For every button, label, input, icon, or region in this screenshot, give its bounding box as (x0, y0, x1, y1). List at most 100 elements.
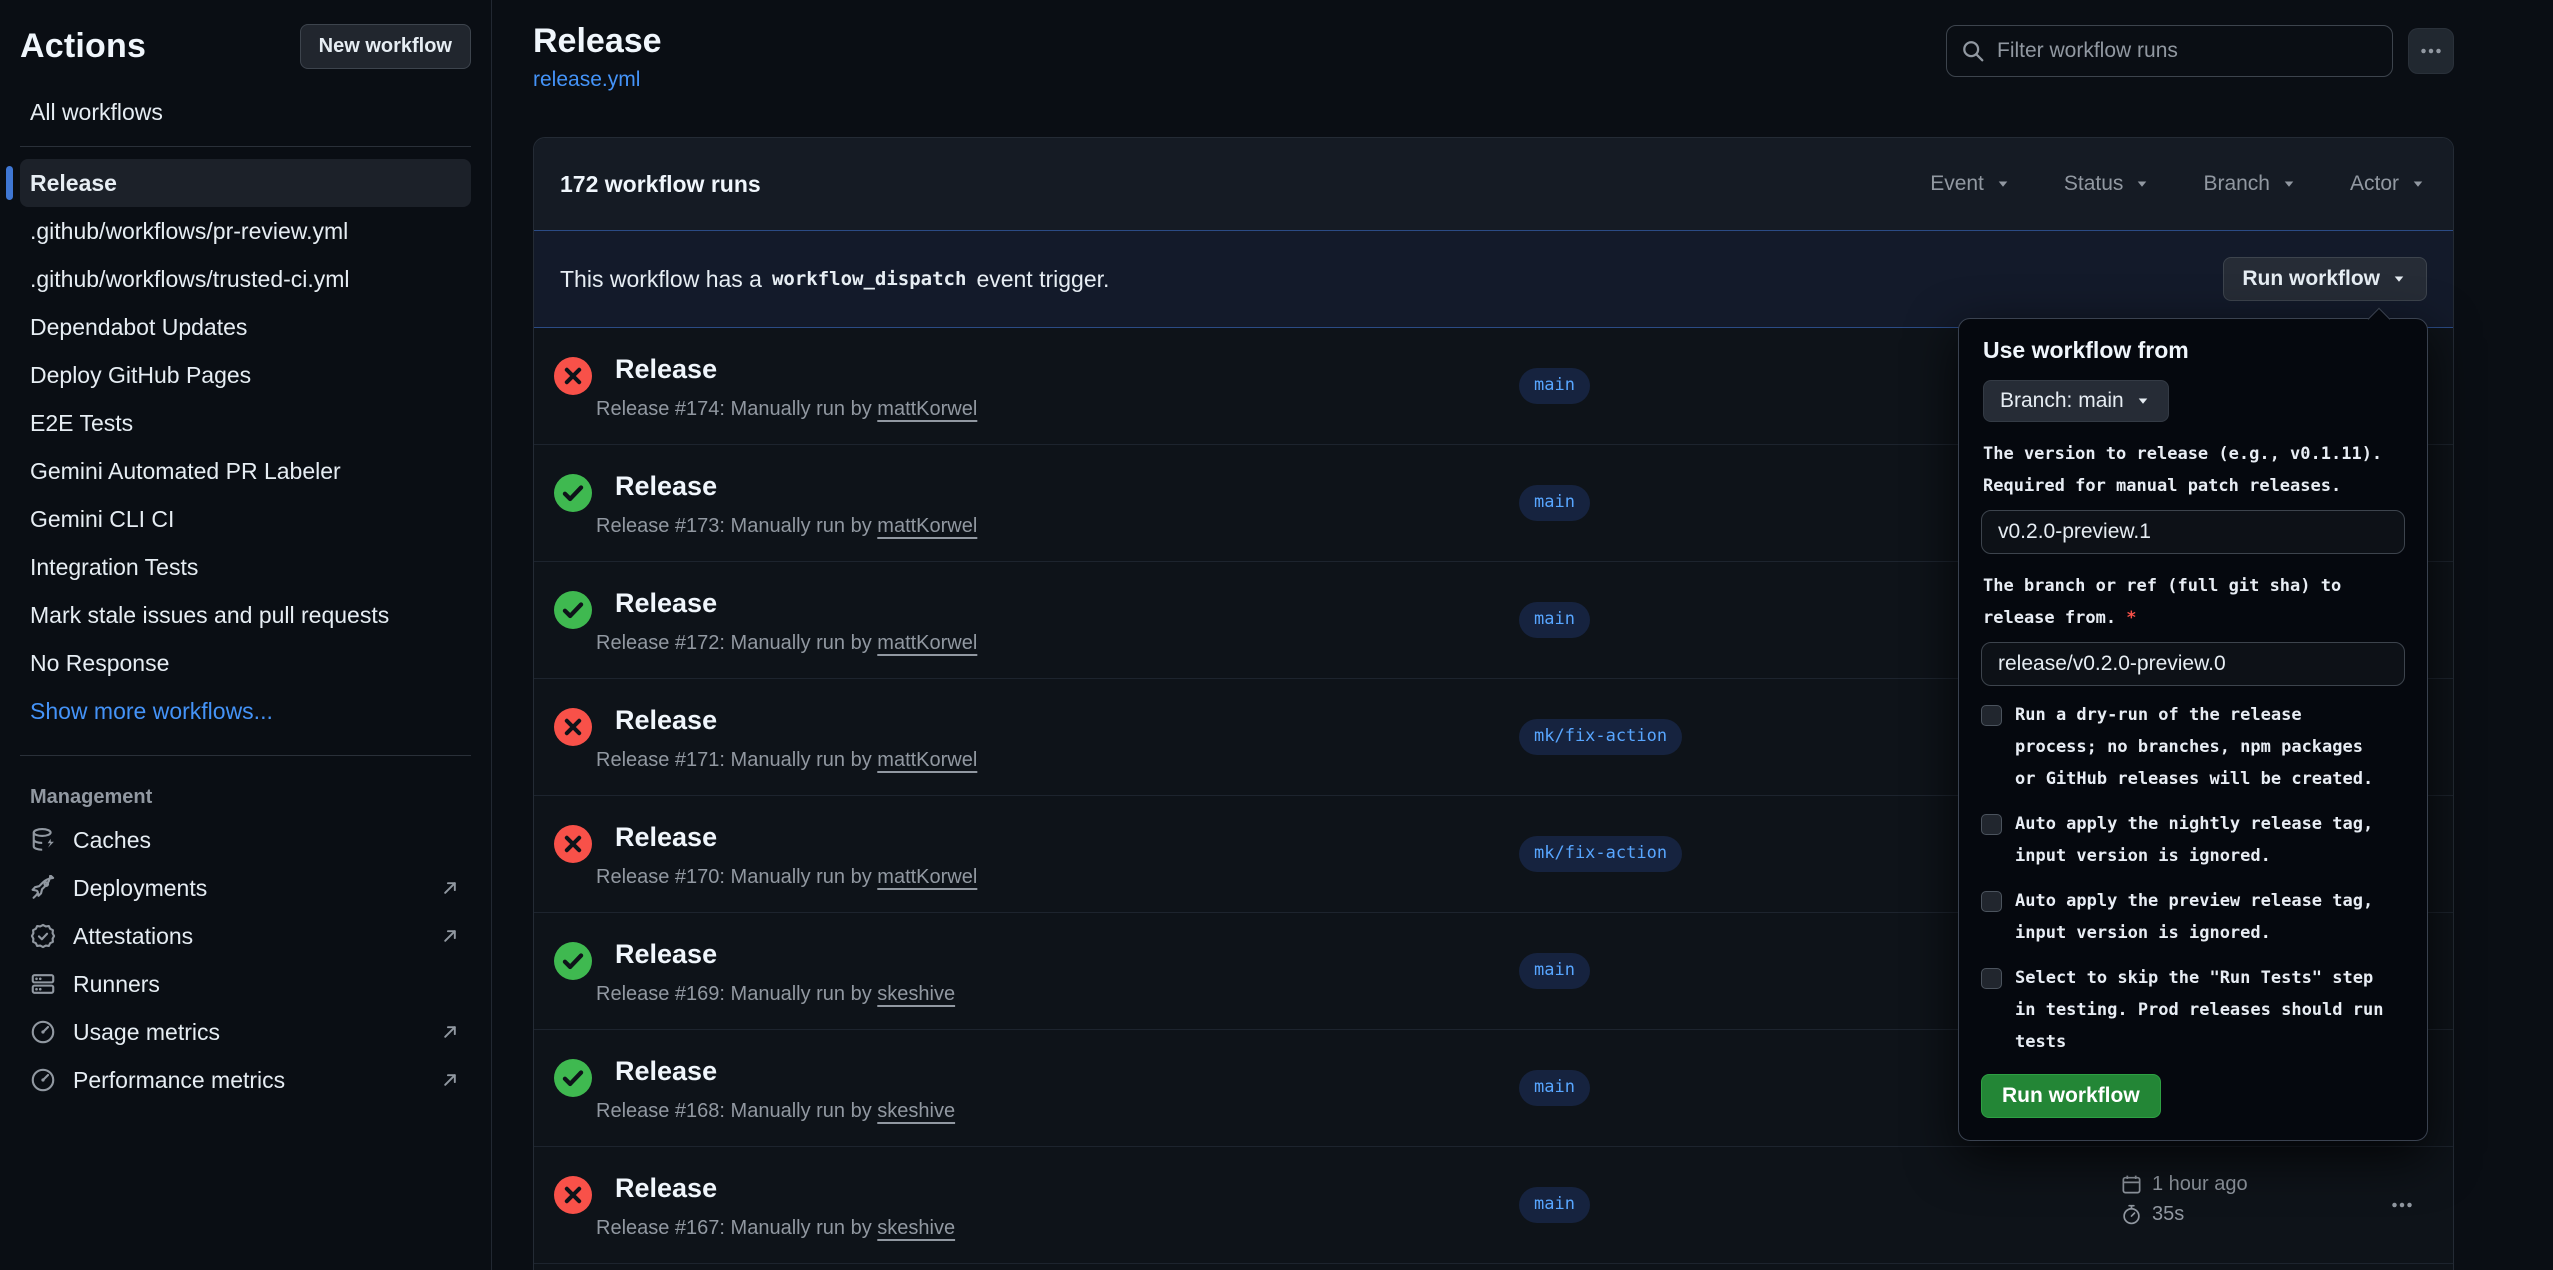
checkbox[interactable] (1981, 968, 2002, 989)
run-workflow-dropdown-button[interactable]: Run workflow (2223, 257, 2427, 301)
x-circle-fill-icon (554, 1176, 592, 1214)
sidebar-item-workflow[interactable]: .github/workflows/pr-review.yml (20, 207, 471, 255)
run-title-link[interactable]: Release (615, 822, 717, 853)
branch-badge[interactable]: main (1519, 1070, 1590, 1106)
new-workflow-button[interactable]: New workflow (300, 24, 471, 69)
branch-badge[interactable]: main (1519, 953, 1590, 989)
actor-link[interactable]: skeshive (877, 1100, 955, 1122)
panel-checkbox-row: Select to skip the "Run Tests" step in t… (1981, 962, 2405, 1058)
sidebar-item-caches[interactable]: Caches (20, 816, 471, 864)
checkbox-label[interactable]: Select to skip the "Run Tests" step in t… (2015, 962, 2387, 1058)
sidebar-item-attestations[interactable]: Attestations (20, 912, 471, 960)
branch-badge[interactable]: mk/fix-action (1519, 836, 1682, 872)
run-options-button[interactable] (2380, 1185, 2424, 1225)
management-heading: Management (20, 778, 471, 816)
sidebar-item-workflow[interactable]: .github/workflows/trusted-ci.yml (20, 255, 471, 303)
workflow-run-row[interactable]: Release Release #167: Manually run by ske… (534, 1147, 2453, 1264)
checkbox-label[interactable]: Run a dry-run of the release process; no… (2015, 699, 2387, 795)
server-icon (30, 971, 56, 997)
run-time: 1 hour ago (2152, 1173, 2248, 1196)
workflow-input-field[interactable] (1981, 642, 2405, 686)
branch-badge[interactable]: mk/fix-action (1519, 719, 1682, 755)
sidebar-item-deployments[interactable]: Deployments (20, 864, 471, 912)
actor-link[interactable]: mattKorwel (877, 866, 977, 888)
workflow-file-link[interactable]: release.yml (533, 68, 640, 92)
run-title-link[interactable]: Release (615, 471, 717, 502)
checkbox[interactable] (1981, 814, 2002, 835)
run-description-text: Release #174: Manually run by (596, 398, 877, 420)
run-title-link[interactable]: Release (615, 354, 717, 385)
filter-dropdown-branch[interactable]: Branch (2203, 172, 2298, 196)
filter-label: Branch (2203, 172, 2270, 196)
sidebar-item-workflow[interactable]: Integration Tests (20, 543, 471, 591)
arrow-up-right-icon (439, 1069, 461, 1091)
runs-count: 172 workflow runs (560, 171, 761, 198)
sidebar-item-workflow[interactable]: Mark stale issues and pull requests (20, 591, 471, 639)
branch-badge[interactable]: main (1519, 1187, 1590, 1223)
stopwatch-icon (2121, 1204, 2142, 1225)
banner-code: workflow_dispatch (772, 268, 966, 290)
sidebar-item-all-workflows[interactable]: All workflows (20, 99, 471, 126)
run-title-link[interactable]: Release (615, 588, 717, 619)
checkbox-label[interactable]: Auto apply the preview release tag, inpu… (2015, 885, 2387, 949)
actor-link[interactable]: skeshive (877, 1217, 955, 1239)
run-title-link[interactable]: Release (615, 705, 717, 736)
run-workflow-panel: Use workflow from Branch: main The versi… (1958, 318, 2428, 1141)
panel-checkbox-row: Auto apply the preview release tag, inpu… (1981, 885, 2405, 949)
check-circle-fill-icon (554, 474, 592, 512)
sidebar-item-workflow[interactable]: Gemini CLI CI (20, 495, 471, 543)
filter-dropdown-status[interactable]: Status (2064, 172, 2152, 196)
workflow-options-button[interactable] (2408, 28, 2454, 74)
run-title-link[interactable]: Release (615, 1056, 717, 1087)
run-title-link[interactable]: Release (615, 1173, 717, 1204)
check-circle-fill-icon (554, 942, 592, 980)
page-title: Release (533, 22, 662, 61)
workflow-input-field[interactable] (1981, 510, 2405, 554)
field-hint: The version to release (e.g., v0.1.11). … (1983, 438, 2403, 502)
branch-badge[interactable]: main (1519, 368, 1590, 404)
cache-icon (30, 827, 56, 853)
checkbox[interactable] (1981, 891, 2002, 912)
meter-icon (30, 1067, 56, 1093)
kebab-horizontal-icon (2419, 39, 2443, 63)
sidebar-item-performance-metrics[interactable]: Performance metrics (20, 1056, 471, 1104)
x-circle-fill-icon (554, 357, 592, 395)
run-workflow-submit-button[interactable]: Run workflow (1981, 1074, 2161, 1118)
sidebar-item-workflow[interactable]: E2E Tests (20, 399, 471, 447)
actor-link[interactable]: skeshive (877, 983, 955, 1005)
checkbox-label[interactable]: Auto apply the nightly release tag, inpu… (2015, 808, 2387, 872)
sidebar-item-workflow[interactable]: Gemini Automated PR Labeler (20, 447, 471, 495)
run-description-text: Release #169: Manually run by (596, 983, 877, 1005)
run-description-text: Release #173: Manually run by (596, 515, 877, 537)
filter-dropdown-event[interactable]: Event (1930, 172, 2012, 196)
sidebar-item-workflow[interactable]: Deploy GitHub Pages (20, 351, 471, 399)
actor-link[interactable]: mattKorwel (877, 515, 977, 537)
management-list: CachesDeploymentsAttestationsRunnersUsag… (0, 816, 491, 1104)
actor-link[interactable]: mattKorwel (877, 398, 977, 420)
run-title-link[interactable]: Release (615, 939, 717, 970)
sidebar-item-workflow[interactable]: No Response (20, 639, 471, 687)
show-more-workflows-link[interactable]: Show more workflows... (20, 687, 471, 735)
banner-text: This workflow has a (560, 266, 762, 293)
sidebar-item-workflow[interactable]: Release (20, 159, 471, 207)
branch-selector-button[interactable]: Branch: main (1983, 380, 2169, 422)
actor-link[interactable]: mattKorwel (877, 632, 977, 654)
chevron-down-icon (2409, 175, 2427, 193)
filter-workflow-runs-input[interactable] (1997, 39, 2378, 63)
runs-list-header: 172 workflow runs Event Status Branch Actor (534, 138, 2453, 230)
branch-badge[interactable]: main (1519, 485, 1590, 521)
sidebar-item-runners[interactable]: Runners (20, 960, 471, 1008)
chevron-down-icon (2390, 270, 2408, 288)
sidebar-item-workflow[interactable]: Dependabot Updates (20, 303, 471, 351)
filter-workflow-runs-box (1946, 25, 2393, 77)
run-description: Release #167: Manually run by skeshive (596, 1217, 955, 1240)
x-circle-fill-icon (554, 825, 592, 863)
sidebar-item-usage-metrics[interactable]: Usage metrics (20, 1008, 471, 1056)
actor-link[interactable]: mattKorwel (877, 749, 977, 771)
run-description-text: Release #168: Manually run by (596, 1100, 877, 1122)
branch-badge[interactable]: main (1519, 602, 1590, 638)
filter-dropdown-actor[interactable]: Actor (2350, 172, 2427, 196)
checkbox[interactable] (1981, 705, 2002, 726)
verified-icon (30, 923, 56, 949)
run-description: Release #170: Manually run by mattKorwel (596, 866, 977, 889)
